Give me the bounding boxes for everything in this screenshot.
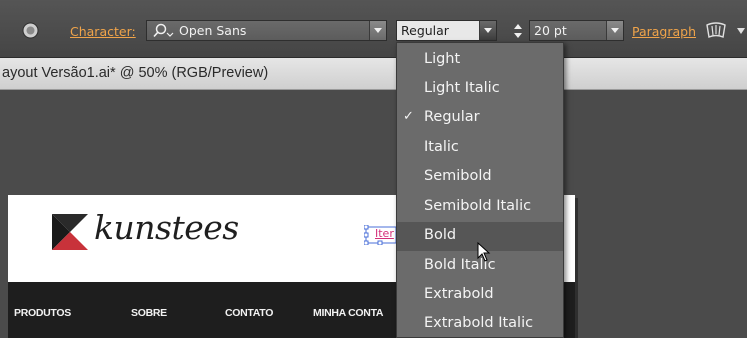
brand-logo-icon bbox=[52, 214, 88, 250]
menu-item-extrabold-italic[interactable]: Extrabold Italic bbox=[397, 310, 563, 338]
canvas-pasteboard[interactable] bbox=[0, 90, 747, 195]
document-title: ayout Versão1.ai* @ 50% (RGB/Preview) bbox=[2, 65, 269, 81]
font-style-field[interactable]: Regular bbox=[396, 20, 497, 41]
font-family-field[interactable]: Open Sans bbox=[146, 20, 387, 41]
glyphs-icon[interactable] bbox=[705, 22, 727, 40]
menu-item-light[interactable]: Light bbox=[397, 46, 563, 75]
font-size-field[interactable]: 20 pt bbox=[529, 20, 624, 41]
search-icon bbox=[153, 23, 174, 38]
mouse-pointer-icon bbox=[477, 242, 491, 262]
font-style-menu: Light Light Italic ✓ Regular Italic Semi… bbox=[396, 42, 564, 338]
menu-item-semibold[interactable]: Semibold bbox=[397, 163, 563, 192]
character-panel-link[interactable]: Character: bbox=[70, 24, 136, 39]
checkmark-icon: ✓ bbox=[403, 109, 414, 124]
font-size-stepper[interactable] bbox=[511, 21, 525, 41]
paragraph-panel-link[interactable]: Paragraph bbox=[632, 24, 696, 39]
brand-logo-text: kunstees bbox=[94, 208, 239, 247]
menu-item-italic[interactable]: Italic bbox=[397, 134, 563, 163]
artboard-shadow bbox=[575, 198, 578, 338]
chevron-down-icon[interactable] bbox=[737, 27, 745, 35]
canvas-pasteboard-left[interactable] bbox=[0, 195, 8, 338]
nav-item-contato[interactable]: CONTATO bbox=[225, 307, 273, 319]
control-bar: Character: Open Sans Regular 20 pt Parag… bbox=[0, 0, 747, 58]
selected-text[interactable]: Iter bbox=[375, 227, 394, 240]
font-size-value: 20 pt bbox=[534, 23, 567, 38]
chevron-down-icon[interactable] bbox=[479, 21, 496, 40]
menu-item-semibold-italic[interactable]: Semibold Italic bbox=[397, 193, 563, 222]
nav-item-sobre[interactable]: SOBRE bbox=[131, 307, 167, 319]
font-family-value: Open Sans bbox=[179, 23, 247, 38]
nav-item-produtos[interactable]: PRODUTOS bbox=[14, 307, 71, 319]
globe-icon[interactable] bbox=[22, 22, 39, 39]
document-tab[interactable]: ayout Versão1.ai* @ 50% (RGB/Preview) bbox=[0, 58, 747, 90]
font-style-value: Regular bbox=[401, 23, 449, 38]
menu-item-light-italic[interactable]: Light Italic bbox=[397, 75, 563, 104]
nav-item-minha-conta[interactable]: MINHA CONTA bbox=[313, 307, 384, 319]
menu-item-regular[interactable]: ✓ Regular bbox=[397, 104, 563, 133]
chevron-down-icon[interactable] bbox=[606, 21, 623, 40]
canvas-pasteboard-right[interactable] bbox=[575, 195, 747, 338]
menu-item-extrabold[interactable]: Extrabold bbox=[397, 281, 563, 310]
chevron-down-icon[interactable] bbox=[369, 21, 386, 40]
